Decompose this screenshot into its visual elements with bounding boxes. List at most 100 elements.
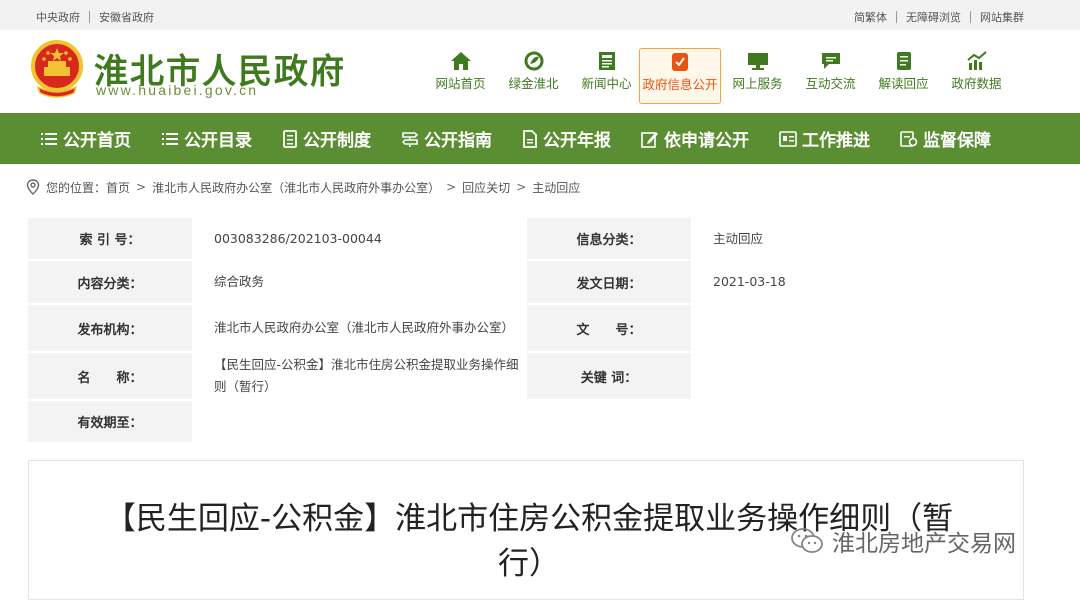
disclosure-menu-bar: 公开首页 公开目录 公开制度 公开指南 公开年报 依申请公开 工作推进 监督保障 <box>0 113 1080 164</box>
document-info-table: 索 引 号： 003083286/202103-00044 信息分类： 主动回应… <box>28 218 1024 442</box>
nav-label: 网上服务 <box>732 76 783 91</box>
shield-icon <box>900 130 918 147</box>
keywords-value <box>691 353 1024 399</box>
nav-label: 互动交流 <box>805 76 856 91</box>
info-row: 名 称： 【民生回应-公积金】淮北市住房公积金提取业务操作细则（暂行） 关键 词… <box>28 353 1024 399</box>
divider <box>89 11 90 23</box>
list-icon <box>41 132 57 145</box>
site-url: www.huaibei.gov.cn <box>96 82 259 98</box>
menu-label: 公开年报 <box>543 131 611 151</box>
nav-government-info-disclosure[interactable]: 政府信息公开 <box>639 48 721 104</box>
title-value: 【民生回应-公积金】淮北市住房公积金提取业务操作细则（暂行） <box>214 357 519 394</box>
nav-green-huaibei[interactable]: 绿金淮北 <box>497 48 570 104</box>
topbar-left-links: 中央政府 安徽省政府 <box>36 9 154 25</box>
document-icon <box>896 52 911 70</box>
document-number-value <box>691 305 1024 351</box>
nav-label: 解读回应 <box>878 76 929 91</box>
link-accessibility[interactable]: 无障碍浏览 <box>906 9 961 25</box>
breadcrumb-office[interactable]: 淮北市人民政府办公室（淮北市人民政府外事办公室） <box>152 179 440 196</box>
publishing-org-value: 淮北市人民政府办公室（淮北市人民政府外事办公室） <box>214 320 515 335</box>
list-icon <box>162 132 178 145</box>
info-row: 索 引 号： 003083286/202103-00044 信息分类： 主动回应 <box>28 218 1024 259</box>
issue-date-label: 发文日期： <box>527 261 691 303</box>
wechat-icon <box>791 528 823 553</box>
top-utility-bar: 中央政府 安徽省政府 简繁体 无障碍浏览 网站集群 <box>0 0 1080 30</box>
divider <box>970 11 971 23</box>
main-navigation: 网站首页 绿金淮北 新闻中心 政府信息公开 网上服务 互动交流 解读回应 政府数… <box>424 48 1013 104</box>
menu-supervision[interactable]: 监督保障 <box>900 126 991 151</box>
link-anhui-government[interactable]: 安徽省政府 <box>99 9 154 25</box>
nav-government-data[interactable]: 政府数据 <box>940 48 1013 104</box>
menu-disclosure-catalog[interactable]: 公开目录 <box>161 126 252 151</box>
info-category-label: 信息分类： <box>527 218 691 259</box>
document-number-label: 文 号： <box>527 305 691 351</box>
info-row: 发布机构： 淮北市人民政府办公室（淮北市人民政府外事办公室） 文 号： <box>28 305 1024 351</box>
national-emblem-icon[interactable] <box>28 39 86 99</box>
menu-annual-report[interactable]: 公开年报 <box>522 126 611 151</box>
info-row: 有效期至： <box>28 401 1024 442</box>
nav-label: 新闻中心 <box>581 76 632 91</box>
breadcrumb-prefix: 您的位置： <box>46 180 107 195</box>
card-icon <box>779 130 797 147</box>
location-pin-icon <box>26 179 40 195</box>
menu-disclosure-system[interactable]: 公开制度 <box>282 126 371 151</box>
nav-label: 政府数据 <box>951 76 1002 91</box>
info-row: 内容分类： 综合政务 发文日期： 2021-03-18 <box>28 261 1024 303</box>
topbar-right-links: 简繁体 无障碍浏览 网站集群 <box>854 9 1024 25</box>
breadcrumb-separator: > <box>446 180 457 194</box>
nav-online-service[interactable]: 网上服务 <box>721 48 794 104</box>
home-icon <box>450 52 471 70</box>
menu-work-progress[interactable]: 工作推进 <box>779 126 870 151</box>
menu-label: 公开指南 <box>424 131 492 151</box>
link-simplified-traditional[interactable]: 简繁体 <box>854 9 887 25</box>
monitor-icon <box>747 53 768 70</box>
wechat-watermark: 淮北房地产交易网 <box>790 524 1016 558</box>
index-number-label: 索 引 号： <box>28 218 192 259</box>
valid-until-value <box>192 401 525 442</box>
breadcrumb-separator: > <box>516 180 527 194</box>
menu-label: 依申请公开 <box>664 131 749 151</box>
chart-icon <box>966 51 987 70</box>
signpost-icon <box>401 131 419 147</box>
newspaper-icon <box>598 52 615 70</box>
issue-date-value: 2021-03-18 <box>713 274 786 289</box>
breadcrumb-separator: > <box>136 180 147 194</box>
menu-label: 监督保障 <box>923 131 991 151</box>
site-header: 淮北市人民政府 www.huaibei.gov.cn 网站首页 绿金淮北 新闻中… <box>0 30 1080 113</box>
info-category-value: 主动回应 <box>713 230 764 246</box>
content-category-label: 内容分类： <box>28 261 192 303</box>
menu-disclosure-guide[interactable]: 公开指南 <box>401 126 492 151</box>
valid-until-label: 有效期至： <box>28 401 192 442</box>
nav-interaction[interactable]: 互动交流 <box>794 48 867 104</box>
link-site-cluster[interactable]: 网站集群 <box>980 9 1024 25</box>
title-label: 名 称： <box>28 353 192 399</box>
menu-disclosure-home[interactable]: 公开首页 <box>40 126 131 151</box>
menu-label: 公开制度 <box>303 131 371 151</box>
nav-news-center[interactable]: 新闻中心 <box>570 48 643 104</box>
menu-label: 工作推进 <box>802 131 870 151</box>
breadcrumb: 您的位置： 首页 > 淮北市人民政府办公室（淮北市人民政府外事办公室） > 回应… <box>0 164 1080 210</box>
divider <box>896 11 897 23</box>
breadcrumb-current[interactable]: 主动回应 <box>532 179 580 196</box>
link-central-government[interactable]: 中央政府 <box>36 9 80 25</box>
nav-label: 网站首页 <box>435 76 486 91</box>
breadcrumb-home[interactable]: 首页 <box>106 179 130 196</box>
menu-label: 公开目录 <box>184 131 252 151</box>
file-icon <box>523 129 537 148</box>
index-number-value: 003083286/202103-00044 <box>214 230 382 246</box>
menu-label: 公开首页 <box>63 131 131 151</box>
chat-icon <box>821 53 840 69</box>
nav-home[interactable]: 网站首页 <box>424 48 497 104</box>
menu-apply-for-disclosure[interactable]: 依申请公开 <box>641 126 749 151</box>
nav-label: 政府信息公开 <box>642 77 718 92</box>
nav-label: 绿金淮北 <box>508 76 559 91</box>
edit-icon <box>641 131 658 148</box>
nav-interpretation[interactable]: 解读回应 <box>867 48 940 104</box>
watermark-text: 淮北房地产交易网 <box>832 531 1016 557</box>
keywords-label: 关键 词： <box>527 353 691 399</box>
leaf-icon <box>524 51 543 71</box>
publishing-org-label: 发布机构： <box>28 305 192 351</box>
content-category-value: 综合政务 <box>214 274 265 289</box>
doc-icon <box>283 129 297 148</box>
breadcrumb-concerns[interactable]: 回应关切 <box>462 179 510 196</box>
